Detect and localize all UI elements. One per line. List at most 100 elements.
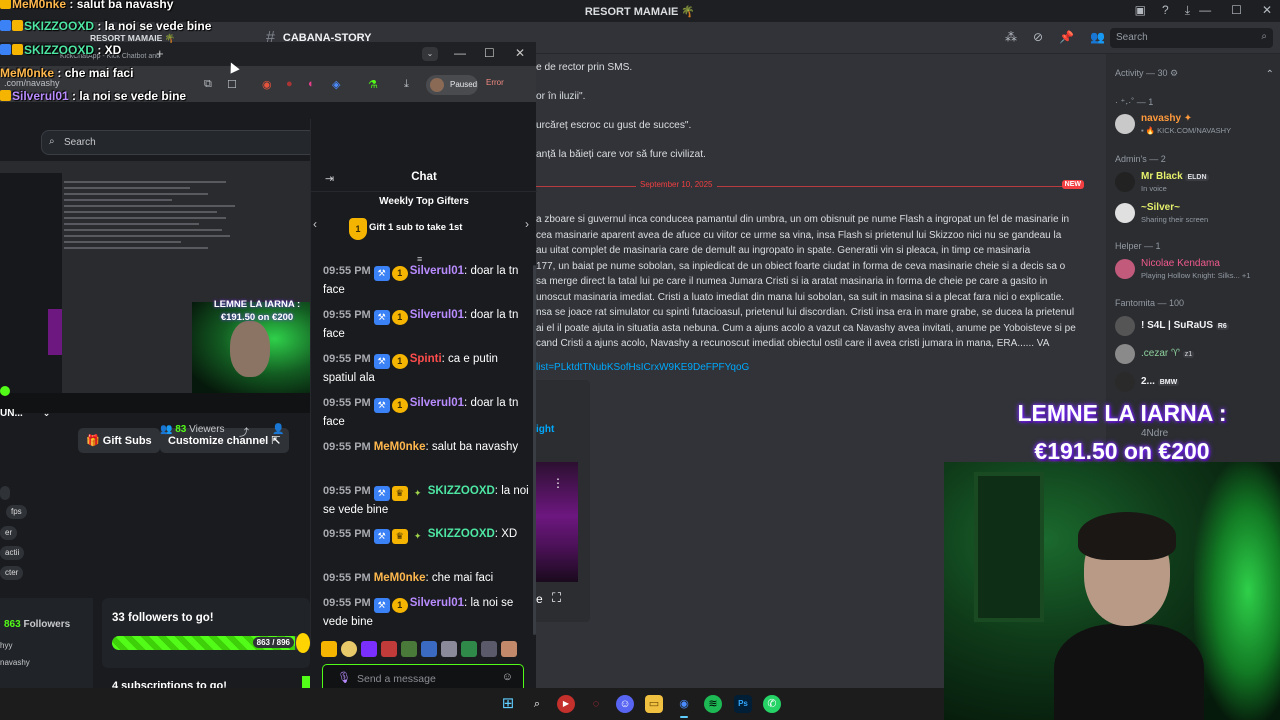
- emote-icon[interactable]: [361, 641, 377, 657]
- profile-paused-button[interactable]: Paused: [426, 75, 478, 95]
- help-icon[interactable]: ?: [1162, 3, 1169, 18]
- chat-message[interactable]: 09:55 PM ⚒ 1 Silverul01: doar la tn face: [323, 262, 529, 300]
- moderator-badge-icon[interactable]: ⚒: [373, 398, 390, 413]
- og-badge-icon[interactable]: ✦: [410, 529, 426, 544]
- subscriber-badge-icon[interactable]: 1: [391, 354, 408, 369]
- stream-player[interactable]: LEMNE LA IARNA : €191.50 on €200: [0, 161, 310, 413]
- emote-icon[interactable]: [421, 641, 437, 657]
- youtube-icon[interactable]: ▶: [557, 695, 575, 713]
- chat-message[interactable]: 09:55 PM MeM0nke: salut ba navashy: [323, 438, 529, 457]
- stream-tag[interactable]: cter: [0, 566, 24, 580]
- kick-search-input[interactable]: ⌕ Search: [41, 130, 320, 155]
- chat-username[interactable]: Silverul01: [410, 597, 464, 609]
- chat-scrollbar[interactable]: [533, 265, 536, 635]
- emote-icon[interactable]: [481, 641, 497, 657]
- chevron-right-icon[interactable]: ›: [525, 217, 529, 231]
- emote-icon[interactable]: [501, 641, 517, 657]
- member-navashy[interactable]: navashy ✦ ▪ 🔥 KICK.COM/NAVASHY: [1115, 110, 1275, 140]
- share-icon[interactable]: ⤴: [239, 424, 249, 439]
- stream-tag[interactable]: actii: [0, 546, 25, 560]
- gift-subs-button[interactable]: 🎁 Gift Subs: [78, 428, 160, 453]
- threads-icon[interactable]: ⁂: [1005, 30, 1017, 44]
- chevron-left-icon[interactable]: ‹: [313, 217, 317, 231]
- maximize-icon[interactable]: ☐: [1231, 3, 1242, 17]
- stream-tag[interactable]: [0, 486, 10, 500]
- more-icon[interactable]: ⋮: [552, 476, 564, 490]
- pin-icon[interactable]: 📌: [1059, 30, 1074, 44]
- chat-message[interactable]: 09:55 PM ⚒ 1 Spinti: ca e putin spatiul ala: [323, 350, 529, 388]
- microphone-icon[interactable]: 🎙: [337, 671, 351, 684]
- stream-tag[interactable]: fps: [6, 505, 27, 519]
- subscriber-badge-icon[interactable]: 1: [391, 598, 408, 613]
- chat-message[interactable]: 09:55 PM MeM0nke: che mai faci: [323, 569, 529, 588]
- moderator-badge-icon[interactable]: ⚒: [373, 354, 390, 369]
- stream-tag[interactable]: er: [0, 526, 18, 540]
- moderator-badge-icon[interactable]: ⚒: [373, 310, 390, 325]
- app-icon[interactable]: ◌: [587, 695, 605, 713]
- emote-icon[interactable]: [381, 641, 397, 657]
- member-cezar[interactable]: .cezar ♈ z1: [1115, 340, 1275, 370]
- emote-icon[interactable]: [441, 641, 457, 657]
- photoshop-icon[interactable]: Ps: [734, 695, 752, 713]
- embed-title[interactable]: ight: [536, 424, 554, 435]
- emote-icon[interactable]: [401, 641, 417, 657]
- founder-badge-icon[interactable]: ♛: [391, 529, 408, 544]
- spotify-icon[interactable]: ≋: [704, 695, 722, 713]
- member-mr-black[interactable]: Mr Black ELDN In voice: [1115, 168, 1275, 198]
- close-icon[interactable]: ✕: [1262, 3, 1272, 17]
- moderator-badge-icon[interactable]: ⚒: [373, 529, 390, 544]
- maximize-icon[interactable]: ☐: [484, 46, 495, 60]
- discord-icon[interactable]: ☺: [616, 695, 634, 713]
- chat-message[interactable]: 09:55 PM ⚒ ♛ ✦ SKIZZOOXD: la noi se vede bin…: [323, 482, 529, 520]
- extension-icon[interactable]: ◈: [332, 78, 340, 91]
- inbox-icon[interactable]: ▣: [1135, 3, 1146, 18]
- subscriber-badge-icon[interactable]: 1: [391, 310, 408, 325]
- chat-username[interactable]: Silverul01: [410, 265, 464, 277]
- emote-icon[interactable]: [461, 641, 477, 657]
- gift-sub-cta[interactable]: 1 Gift 1 sub to take 1st: [349, 218, 462, 240]
- chat-message[interactable]: 09:55 PM ⚒ 1 Silverul01: la noi se vede bin…: [323, 594, 529, 632]
- emoji-icon[interactable]: ☺: [502, 671, 513, 683]
- chat-username[interactable]: MeM0nke: [374, 441, 426, 453]
- extension-icon[interactable]: ⚗: [368, 78, 378, 91]
- chat-username[interactable]: MeM0nke: [374, 572, 426, 584]
- fullscreen-icon[interactable]: ⛶: [552, 590, 561, 606]
- close-icon[interactable]: ✕: [515, 46, 525, 60]
- follow-user-icon[interactable]: 👤: [272, 424, 284, 435]
- extension-icon[interactable]: ◉: [262, 78, 272, 91]
- chat-username[interactable]: Spinti: [410, 353, 442, 365]
- chat-message[interactable]: 09:55 PM ⚒ ♛ ✦ SKIZZOOXD: XD: [323, 525, 529, 544]
- chat-message[interactable]: 09:55 PM ⚒ 1 Silverul01: doar la tn face: [323, 306, 529, 344]
- file-explorer-icon[interactable]: ▭: [645, 695, 663, 713]
- download-icon[interactable]: ⤓: [1185, 3, 1190, 18]
- founder-badge-icon[interactable]: ♛: [391, 486, 408, 501]
- mute-icon[interactable]: ⊘: [1033, 30, 1043, 44]
- extension-icon[interactable]: ◐: [308, 78, 315, 90]
- emote-icon[interactable]: [321, 641, 337, 657]
- error-button[interactable]: Error: [486, 78, 504, 87]
- member-s4l[interactable]: ! S4L | SuRaUS R6: [1115, 312, 1275, 342]
- member-nicolae[interactable]: Nicolae Kendama Playing Hollow Knight: S…: [1115, 255, 1275, 285]
- channel-name[interactable]: UN... ⌄: [0, 408, 50, 419]
- minimize-icon[interactable]: —: [1199, 3, 1211, 17]
- chat-username[interactable]: SKIZZOOXD: [428, 485, 495, 497]
- minimize-icon[interactable]: —: [454, 46, 466, 60]
- collapse-icon[interactable]: ⌃: [1266, 69, 1274, 80]
- discord-search-input[interactable]: Search ⌕: [1110, 28, 1273, 48]
- emote-icon[interactable]: [341, 641, 357, 657]
- chat-message[interactable]: 09:55 PM ⚒ 1 Silverul01: doar la tn face: [323, 394, 529, 432]
- tab-search-icon[interactable]: ⌄: [422, 47, 438, 61]
- moderator-badge-icon[interactable]: ⚒: [373, 598, 390, 613]
- start-icon[interactable]: ⊞: [499, 695, 517, 713]
- moderator-badge-icon[interactable]: ⚒: [373, 266, 390, 281]
- download-icon[interactable]: ⤓: [404, 78, 409, 91]
- whatsapp-icon[interactable]: ✆: [763, 695, 781, 713]
- subscriber-badge-icon[interactable]: 1: [391, 398, 408, 413]
- moderator-badge-icon[interactable]: ⚒: [373, 486, 390, 501]
- member-silver[interactable]: ~Silver~ Sharing their screen: [1115, 199, 1275, 229]
- playlist-link[interactable]: list=PLktdtTNubKSofHsICrxW9KE9DeFPFYqoG: [536, 362, 749, 373]
- members-icon[interactable]: 👥: [1090, 30, 1105, 44]
- search-icon[interactable]: ⌕: [528, 695, 546, 713]
- og-badge-icon[interactable]: ✦: [410, 486, 426, 501]
- browser-icon[interactable]: ◉: [675, 695, 693, 718]
